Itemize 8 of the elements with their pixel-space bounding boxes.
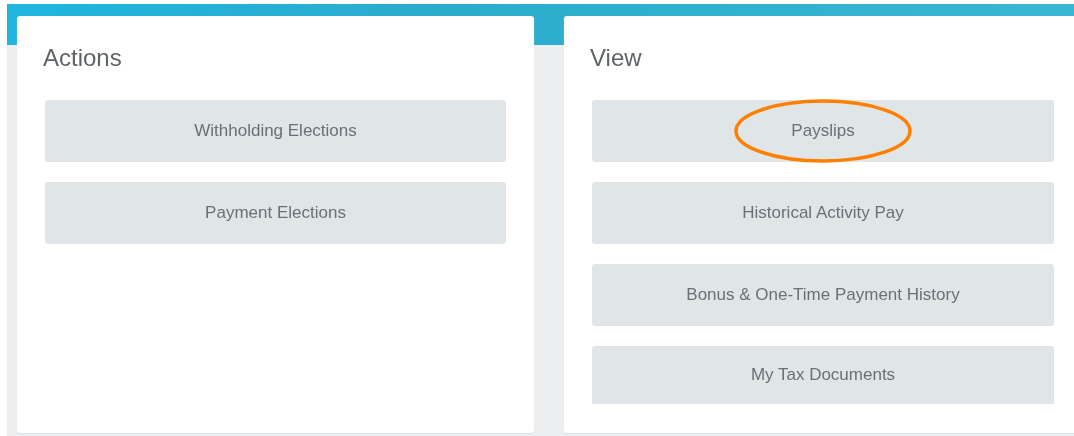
menu-button[interactable]: Withholding Elections (45, 100, 506, 162)
menu-button[interactable]: Bonus & One-Time Payment History (592, 264, 1054, 326)
menu-button[interactable]: Historical Activity Pay (592, 182, 1054, 244)
menu-button[interactable]: Payment Elections (45, 182, 506, 244)
menu-button[interactable]: Payslips (592, 100, 1054, 162)
menu-button[interactable]: My Tax Documents (592, 346, 1054, 404)
panel-title: Actions (43, 43, 123, 73)
panel-title: View (590, 43, 643, 73)
